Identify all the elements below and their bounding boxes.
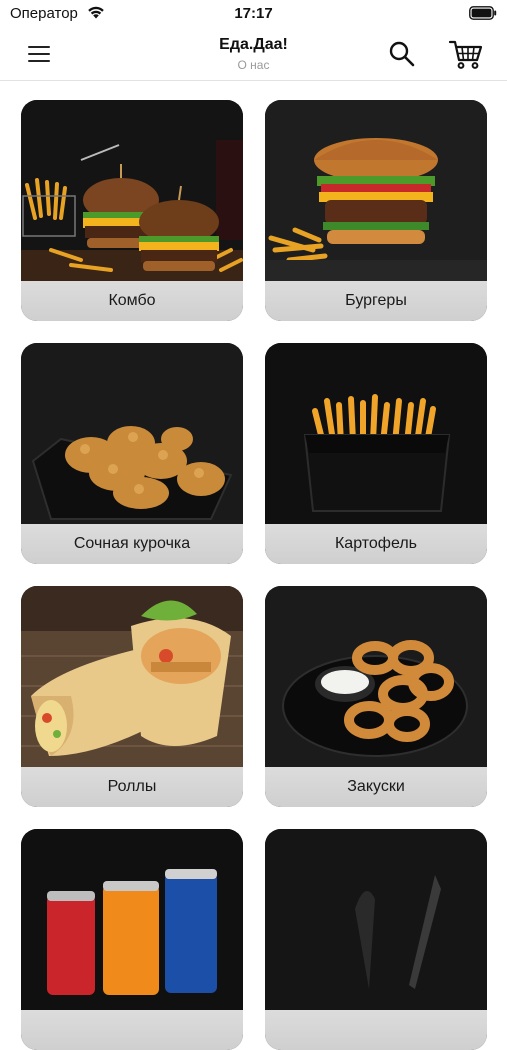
category-label: Комбо xyxy=(21,281,243,321)
clock-time: 17:17 xyxy=(234,5,273,22)
about-us-link[interactable]: О нас xyxy=(238,58,270,72)
category-label: Закуски xyxy=(265,767,487,807)
combo-burgers-fries-photo xyxy=(21,100,243,281)
search-icon[interactable] xyxy=(386,38,418,70)
category-card-chicken[interactable]: Сочная курочка xyxy=(21,343,243,564)
wrap-rolls-photo xyxy=(21,586,243,767)
category-card-burgers[interactable]: Бургеры xyxy=(265,100,487,321)
category-card-rolls[interactable]: Роллы xyxy=(21,586,243,807)
app-title: Еда.Даа! xyxy=(219,36,288,53)
burger-photo xyxy=(265,100,487,281)
category-card-combo[interactable]: Комбо xyxy=(21,100,243,321)
french-fries-photo xyxy=(265,343,487,524)
drinks-cans-photo xyxy=(21,829,243,1010)
category-label: Сочная курочка xyxy=(21,524,243,564)
category-label: Картофель xyxy=(265,524,487,564)
category-card-drinks[interactable] xyxy=(21,829,243,1050)
status-bar: Оператор 17:17 xyxy=(0,0,507,28)
category-card-snacks[interactable]: Закуски xyxy=(265,586,487,807)
category-label: Роллы xyxy=(21,767,243,807)
fried-chicken-photo xyxy=(21,343,243,524)
onion-rings-photo xyxy=(265,586,487,767)
category-label: Бургеры xyxy=(265,281,487,321)
category-card-other[interactable] xyxy=(265,829,487,1050)
top-navigation-bar: Еда.Даа! О нас xyxy=(0,28,507,81)
cart-icon[interactable] xyxy=(448,37,484,71)
battery-icon xyxy=(469,6,497,20)
category-card-fries[interactable]: Картофель xyxy=(265,343,487,564)
category-label xyxy=(21,1010,243,1050)
dark-photo xyxy=(265,829,487,1010)
category-label xyxy=(265,1010,487,1050)
